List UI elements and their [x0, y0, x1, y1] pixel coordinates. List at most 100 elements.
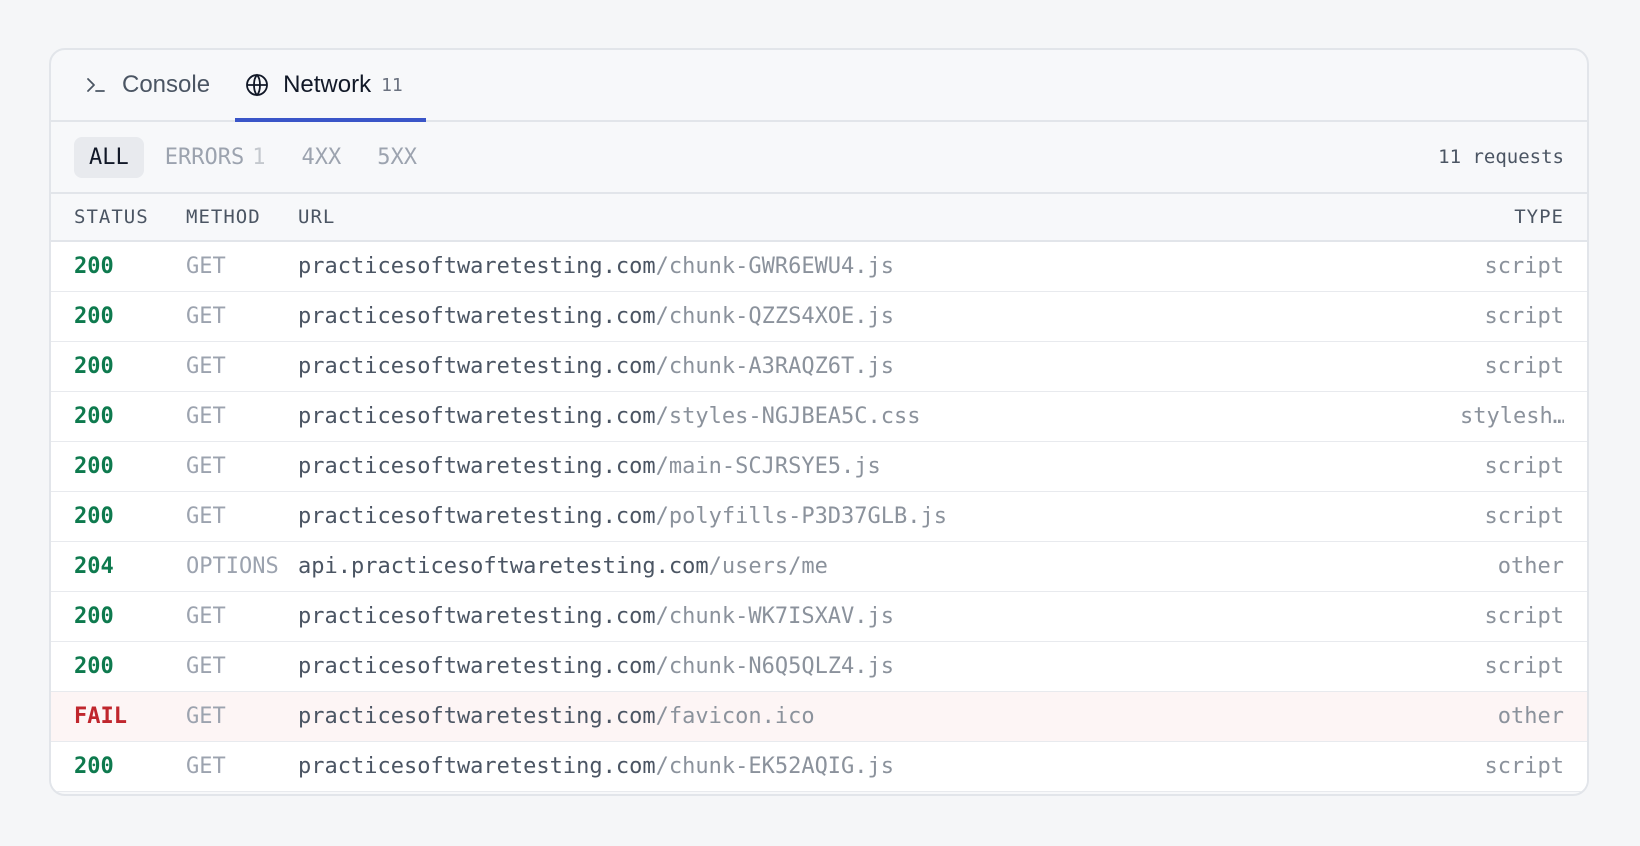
- table-row[interactable]: 200 GET practicesoftwaretesting.com/chun…: [51, 592, 1587, 642]
- terminal-icon: [84, 73, 108, 97]
- row-status: FAIL: [74, 704, 127, 729]
- row-status: 200: [74, 304, 114, 329]
- table-row[interactable]: 204 OPTIONS api.practicesoftwaretesting.…: [51, 542, 1587, 592]
- row-url-host: practicesoftwaretesting.com: [298, 604, 656, 629]
- column-type[interactable]: TYPE: [1404, 206, 1564, 228]
- row-url-host: practicesoftwaretesting.com: [298, 504, 656, 529]
- row-url: practicesoftwaretesting.com/chunk-GWR6EW…: [298, 254, 1404, 279]
- table-row[interactable]: 200 GET practicesoftwaretesting.com/poly…: [51, 492, 1587, 542]
- row-type: script: [1484, 254, 1564, 279]
- row-status: 200: [74, 254, 114, 279]
- row-method: GET: [186, 704, 226, 729]
- column-method[interactable]: METHOD: [186, 206, 298, 228]
- row-url: practicesoftwaretesting.com/favicon.ico: [298, 704, 1404, 729]
- row-method: GET: [186, 254, 226, 279]
- row-url-path: /favicon.ico: [655, 704, 815, 729]
- table-row[interactable]: 200 GET practicesoftwaretesting.com/chun…: [51, 342, 1587, 392]
- row-status: 200: [74, 504, 114, 529]
- row-url-host: practicesoftwaretesting.com: [298, 254, 656, 279]
- table-row[interactable]: 200 GET practicesoftwaretesting.com/styl…: [51, 392, 1587, 442]
- row-url-host: practicesoftwaretesting.com: [298, 754, 656, 779]
- filter-5xx-label: 5XX: [377, 144, 417, 170]
- row-method: GET: [186, 354, 226, 379]
- filter-all[interactable]: ALL: [74, 136, 144, 178]
- filter-4xx[interactable]: 4XX: [286, 137, 356, 178]
- row-type: script: [1484, 604, 1564, 629]
- row-status: 200: [74, 454, 114, 479]
- row-url-path: /users/me: [708, 554, 828, 579]
- column-status[interactable]: STATUS: [74, 206, 186, 228]
- tab-bar: Console Network 11: [51, 50, 1587, 122]
- row-method: GET: [186, 604, 226, 629]
- tab-console-label: Console: [122, 71, 211, 98]
- table-row[interactable]: 200 GET practicesoftwaretesting.com/chun…: [51, 642, 1587, 692]
- row-url: practicesoftwaretesting.com/main-SCJRSYE…: [298, 454, 1404, 479]
- row-method: GET: [186, 504, 226, 529]
- row-url: practicesoftwaretesting.com/chunk-A3RAQZ…: [298, 354, 1404, 379]
- tab-console[interactable]: Console: [74, 50, 233, 120]
- row-url-host: practicesoftwaretesting.com: [298, 654, 656, 679]
- row-url: practicesoftwaretesting.com/chunk-N6Q5QL…: [298, 654, 1404, 679]
- row-method: OPTIONS: [186, 554, 279, 579]
- request-list: 200 GET practicesoftwaretesting.com/chun…: [51, 242, 1587, 792]
- row-url-path: /polyfills-P3D37GLB.js: [655, 504, 948, 529]
- row-url: practicesoftwaretesting.com/chunk-QZZS4X…: [298, 304, 1404, 329]
- row-url: practicesoftwaretesting.com/chunk-WK7ISX…: [298, 604, 1404, 629]
- filter-errors-badge: 1: [252, 144, 266, 170]
- row-url-host: api.practicesoftwaretesting.com: [298, 554, 709, 579]
- row-type: script: [1484, 504, 1564, 529]
- row-method: GET: [186, 304, 226, 329]
- filter-errors[interactable]: ERRORS 1: [150, 137, 281, 178]
- globe-icon: [245, 73, 269, 97]
- row-status: 200: [74, 604, 114, 629]
- row-url: practicesoftwaretesting.com/chunk-EK52AQ…: [298, 754, 1404, 779]
- table-row[interactable]: 200 GET practicesoftwaretesting.com/chun…: [51, 292, 1587, 342]
- row-url-host: practicesoftwaretesting.com: [298, 404, 656, 429]
- tab-network-count: 11: [381, 74, 403, 96]
- row-status: 200: [74, 754, 114, 779]
- table-row-failed[interactable]: FAIL GET practicesoftwaretesting.com/fav…: [51, 692, 1587, 742]
- filter-4xx-label: 4XX: [301, 144, 342, 170]
- row-url-path: /chunk-EK52AQIG.js: [655, 754, 895, 779]
- row-method: GET: [186, 454, 226, 479]
- row-type: other: [1497, 554, 1564, 579]
- row-url-host: practicesoftwaretesting.com: [298, 304, 656, 329]
- row-status: 200: [74, 654, 114, 679]
- filter-bar: ALL ERRORS 1 4XX 5XX 11 requests: [51, 122, 1587, 194]
- table-row[interactable]: 200 GET practicesoftwaretesting.com/chun…: [51, 742, 1587, 792]
- row-url-host: practicesoftwaretesting.com: [298, 454, 656, 479]
- table-row[interactable]: 200 GET practicesoftwaretesting.com/chun…: [51, 242, 1587, 292]
- column-url[interactable]: URL: [298, 206, 1404, 228]
- row-url-path: /chunk-WK7ISXAV.js: [655, 604, 895, 629]
- filter-errors-label: ERRORS: [164, 144, 245, 170]
- row-type: script: [1484, 654, 1564, 679]
- row-type: script: [1484, 754, 1564, 779]
- row-type: other: [1497, 704, 1564, 729]
- filter-all-label: ALL: [89, 144, 129, 170]
- row-method: GET: [186, 404, 226, 429]
- tab-network[interactable]: Network 11: [235, 50, 426, 122]
- row-url-path: /chunk-GWR6EWU4.js: [655, 254, 895, 279]
- row-type: script: [1484, 454, 1564, 479]
- row-url-path: /styles-NGJBEA5C.css: [655, 404, 921, 429]
- row-method: GET: [186, 754, 226, 779]
- row-url-path: /chunk-A3RAQZ6T.js: [655, 354, 895, 379]
- table-row[interactable]: 200 GET practicesoftwaretesting.com/main…: [51, 442, 1587, 492]
- row-url-path: /chunk-N6Q5QLZ4.js: [655, 654, 895, 679]
- request-count: 11 requests: [1438, 146, 1564, 168]
- row-status: 204: [74, 554, 114, 579]
- row-type: stylesh…: [1460, 404, 1564, 429]
- row-url-host: practicesoftwaretesting.com: [298, 354, 656, 379]
- row-url: api.practicesoftwaretesting.com/users/me: [298, 554, 1404, 579]
- table-header: STATUS METHOD URL TYPE: [51, 194, 1587, 242]
- row-url-path: /chunk-QZZS4XOE.js: [655, 304, 895, 329]
- filter-5xx[interactable]: 5XX: [362, 137, 432, 178]
- tab-network-label: Network: [283, 71, 372, 98]
- row-status: 200: [74, 354, 114, 379]
- row-method: GET: [186, 654, 226, 679]
- row-url-host: practicesoftwaretesting.com: [298, 704, 656, 729]
- row-url: practicesoftwaretesting.com/styles-NGJBE…: [298, 404, 1404, 429]
- row-url-path: /main-SCJRSYE5.js: [655, 454, 881, 479]
- row-type: script: [1484, 304, 1564, 329]
- row-url: practicesoftwaretesting.com/polyfills-P3…: [298, 504, 1404, 529]
